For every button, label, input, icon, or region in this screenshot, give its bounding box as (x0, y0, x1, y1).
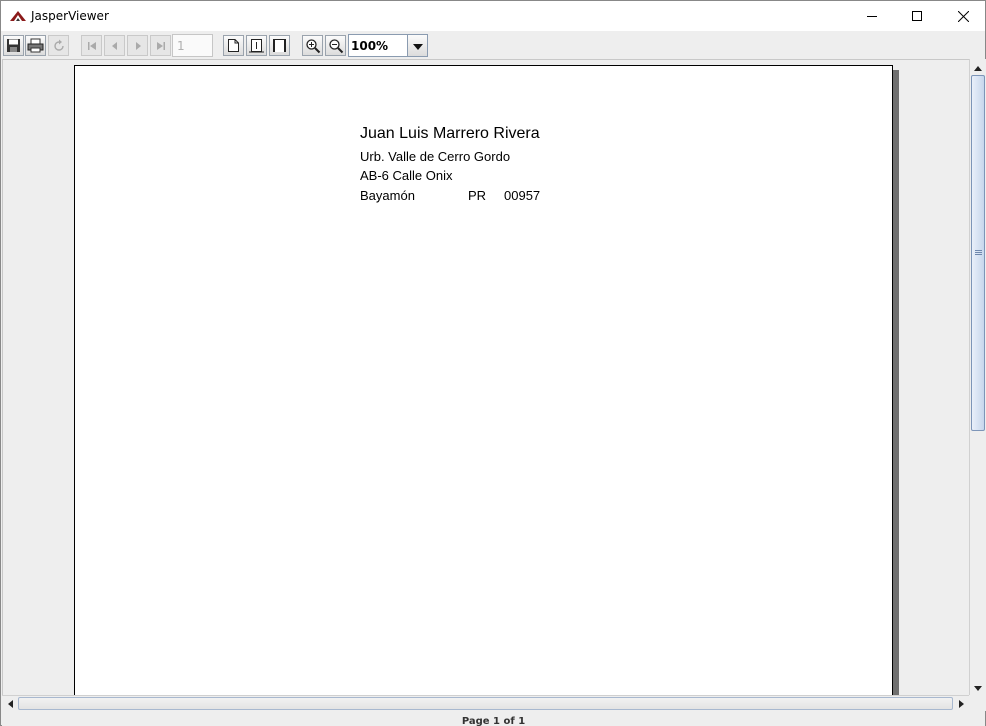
toolbar: 1 100% (1, 31, 985, 59)
title-bar[interactable]: JasperViewer (1, 1, 985, 31)
jasper-logo-icon (10, 10, 27, 22)
zoom-dropdown-button[interactable] (407, 34, 428, 57)
vertical-scrollbar[interactable] (969, 59, 986, 695)
scroll-up-button[interactable] (970, 59, 986, 75)
report-page: Juan Luis Marrero Rivera Urb. Valle de C… (74, 65, 893, 695)
horizontal-scrollbar[interactable] (2, 695, 969, 712)
address-state: PR (468, 188, 487, 203)
actual-size-icon (227, 38, 240, 53)
grip-line (975, 254, 982, 255)
close-button[interactable] (940, 1, 986, 31)
status-bar: Page 1 of 1 (2, 711, 985, 726)
jasper-viewer-window: JasperViewer 1 100% Juan Luis Marrero Ri… (0, 0, 986, 726)
previous-page-icon (109, 40, 121, 52)
previous-page-button[interactable] (104, 35, 125, 56)
recipient-name: Juan Luis Marrero Rivera (360, 125, 540, 142)
printer-icon (27, 38, 44, 53)
fit-page-button[interactable] (246, 35, 267, 56)
fit-page-icon (249, 38, 264, 53)
page-status: Page 1 of 1 (461, 716, 526, 726)
address-line-2: AB-6 Calle Onix (360, 168, 453, 183)
chevron-down-icon (412, 39, 423, 53)
maximize-icon (912, 11, 922, 21)
scroll-left-button[interactable] (2, 696, 18, 712)
floppy-disk-icon (6, 38, 21, 53)
address-line-1: Urb. Valle de Cerro Gordo (360, 149, 511, 164)
grip-line (975, 252, 982, 253)
zoom-in-button[interactable] (302, 35, 323, 56)
last-page-icon (155, 40, 167, 52)
zoom-out-button[interactable] (325, 35, 346, 56)
print-button[interactable] (25, 35, 46, 56)
report-viewport[interactable]: Juan Luis Marrero Rivera Urb. Valle de C… (2, 59, 969, 695)
address-zip: 00957 (504, 188, 541, 203)
scroll-right-button[interactable] (953, 696, 969, 712)
page-number-input[interactable]: 1 (172, 34, 213, 57)
arrow-down-icon (974, 680, 982, 694)
fit-width-icon (272, 38, 287, 53)
fit-width-button[interactable] (269, 35, 290, 56)
last-page-button[interactable] (150, 35, 171, 56)
zoom-out-icon (328, 38, 344, 54)
arrow-right-icon (958, 697, 964, 711)
address-city: Bayamón (360, 188, 415, 203)
next-page-icon (132, 40, 144, 52)
actual-size-button[interactable] (223, 35, 244, 56)
first-page-button[interactable] (81, 35, 102, 56)
minimize-button[interactable] (849, 1, 895, 31)
close-icon (957, 10, 969, 22)
reload-button[interactable] (48, 35, 69, 56)
window-title: JasperViewer (31, 9, 109, 23)
first-page-icon (86, 40, 98, 52)
horizontal-scroll-thumb[interactable] (18, 697, 953, 710)
refresh-icon (52, 39, 66, 53)
zoom-level-combo[interactable]: 100% (348, 34, 408, 57)
arrow-left-icon (7, 697, 13, 711)
maximize-button[interactable] (894, 1, 940, 31)
scrollbar-corner (969, 695, 986, 711)
scroll-down-button[interactable] (970, 679, 986, 695)
arrow-up-icon (974, 60, 982, 74)
vertical-scroll-thumb[interactable] (971, 75, 985, 431)
grip-line (975, 250, 982, 251)
minimize-icon (867, 11, 877, 21)
next-page-button[interactable] (127, 35, 148, 56)
save-button[interactable] (3, 35, 24, 56)
zoom-in-icon (305, 38, 321, 54)
